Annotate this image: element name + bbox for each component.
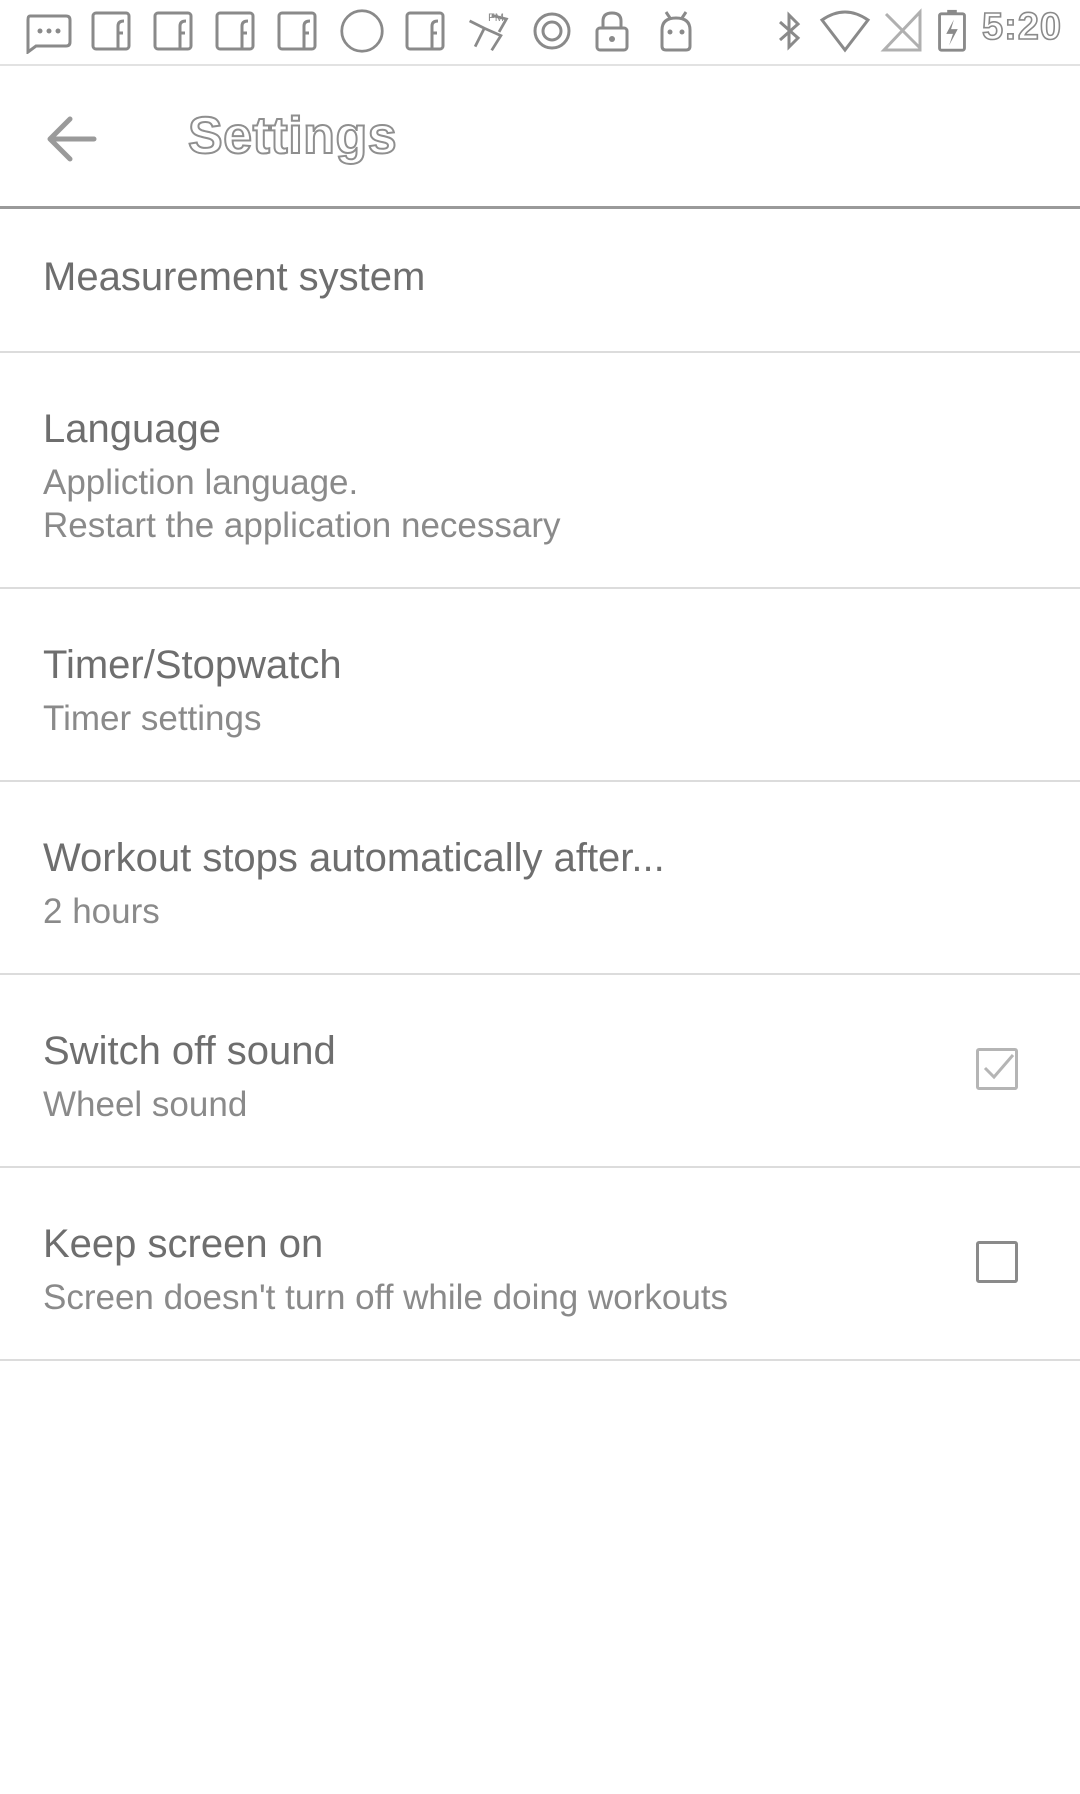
battery-charging-icon (938, 9, 966, 52)
message-icon (26, 14, 72, 54)
setting-title: Workout stops automatically after... (43, 836, 665, 880)
status-time: 5:20 (981, 5, 1062, 49)
facebook-icon (277, 11, 317, 51)
setting-measurement-system[interactable]: Measurement system (0, 209, 1080, 353)
setting-subtitle: 2 hours (43, 892, 160, 931)
checkmark-icon (983, 1054, 1015, 1080)
lock-icon (595, 11, 629, 52)
facebook-icon (153, 11, 193, 51)
settings-list: Measurement system Language Appliction l… (0, 209, 1080, 1361)
facebook-icon (91, 11, 131, 51)
setting-workout-auto-stop[interactable]: Workout stops automatically after... 2 h… (0, 782, 1080, 975)
setting-title: Switch off sound (43, 1029, 336, 1073)
android-icon (660, 11, 692, 52)
setting-subtitle: Screen doesn't turn off while doing work… (43, 1278, 729, 1317)
setting-subtitle: Restart the application necessary (43, 506, 561, 545)
bluetooth-icon (779, 11, 801, 51)
wifi-icon (819, 10, 871, 53)
game-icon: FM (468, 12, 509, 52)
page-title: Settings (187, 106, 398, 166)
setting-title: Timer/Stopwatch (43, 643, 342, 687)
setting-switch-off-sound[interactable]: Switch off sound Wheel sound (0, 975, 1080, 1168)
setting-title: Language (43, 407, 221, 451)
setting-keep-screen-on[interactable]: Keep screen on Screen doesn't turn off w… (0, 1168, 1080, 1361)
facebook-icon (405, 11, 445, 51)
arrow-back-icon (47, 116, 97, 162)
back-button[interactable] (38, 104, 108, 174)
svg-text:FM: FM (488, 12, 504, 24)
facebook-icon (215, 11, 255, 51)
app-bar: Settings (0, 66, 1080, 209)
vpn-icon (533, 12, 571, 50)
setting-subtitle: Appliction language. (43, 463, 359, 502)
keep-screen-on-checkbox[interactable] (976, 1241, 1018, 1283)
switch-off-sound-checkbox[interactable] (976, 1048, 1018, 1090)
setting-title: Keep screen on (43, 1222, 324, 1266)
status-bar: FM 5:20 (0, 0, 1080, 66)
circle-icon (340, 9, 384, 53)
setting-title: Measurement system (43, 255, 426, 299)
no-sim-icon (880, 8, 922, 52)
setting-language[interactable]: Language Appliction language. Restart th… (0, 353, 1080, 589)
setting-subtitle: Wheel sound (43, 1085, 248, 1124)
setting-timer-stopwatch[interactable]: Timer/Stopwatch Timer settings (0, 589, 1080, 782)
setting-subtitle: Timer settings (43, 699, 262, 738)
